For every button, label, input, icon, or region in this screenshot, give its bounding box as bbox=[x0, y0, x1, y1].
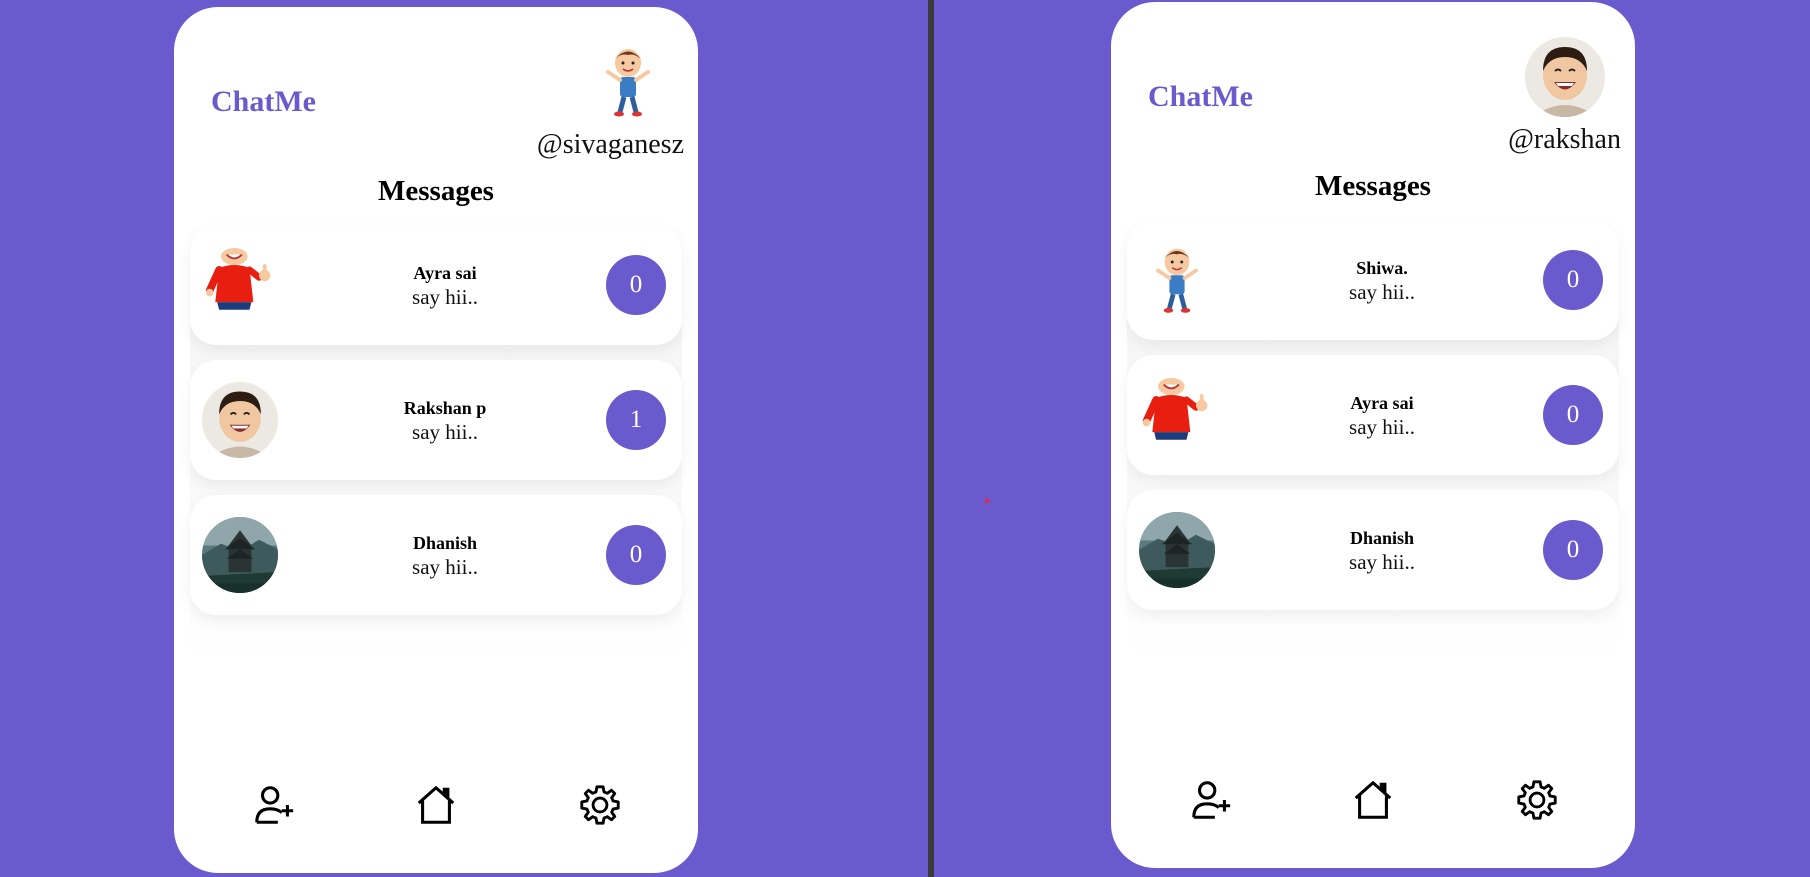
chat-app-window: ChatMe @rakshan Messages Shiwa. say hii.… bbox=[1111, 2, 1635, 868]
chat-item[interactable]: Ayra sai say hii.. 0 bbox=[190, 225, 682, 345]
unread-count-badge: 1 bbox=[606, 390, 666, 450]
app-brand[interactable]: ChatMe bbox=[211, 85, 316, 119]
left-pane: ChatMe @sivaganesz Messages Ayra sai say… bbox=[0, 0, 928, 877]
chat-list: Shiwa. say hii.. 0 Ayra sai say hii.. 0 … bbox=[1127, 220, 1619, 660]
home-icon[interactable] bbox=[1350, 777, 1396, 823]
chat-item[interactable]: Ayra sai say hii.. 0 bbox=[1127, 355, 1619, 475]
unread-count-badge: 0 bbox=[606, 525, 666, 585]
profile-avatar[interactable] bbox=[588, 42, 668, 122]
unread-count-badge: 0 bbox=[1543, 385, 1603, 445]
page-title: Messages bbox=[378, 175, 494, 207]
settings-icon[interactable] bbox=[577, 782, 623, 828]
chat-app-window: ChatMe @sivaganesz Messages Ayra sai say… bbox=[174, 7, 698, 873]
unread-count-badge: 0 bbox=[606, 255, 666, 315]
profile-handle: @rakshan bbox=[1508, 124, 1621, 155]
home-icon[interactable] bbox=[413, 782, 459, 828]
add-user-icon[interactable] bbox=[251, 782, 297, 828]
page-title: Messages bbox=[1315, 170, 1431, 202]
cursor-dot bbox=[985, 499, 989, 503]
unread-count-badge: 0 bbox=[1543, 250, 1603, 310]
chat-item[interactable]: Dhanish say hii.. 0 bbox=[190, 495, 682, 615]
profile-handle: @sivaganesz bbox=[536, 129, 684, 160]
chat-item[interactable]: Dhanish say hii.. 0 bbox=[1127, 490, 1619, 610]
profile-avatar[interactable] bbox=[1525, 37, 1605, 117]
settings-icon[interactable] bbox=[1514, 777, 1560, 823]
chat-item[interactable]: Rakshan p say hii.. 1 bbox=[190, 360, 682, 480]
chat-list: Ayra sai say hii.. 0 Rakshan p say hii..… bbox=[190, 225, 682, 665]
app-brand[interactable]: ChatMe bbox=[1148, 80, 1253, 114]
right-pane: ChatMe @rakshan Messages Shiwa. say hii.… bbox=[934, 0, 1810, 877]
add-user-icon[interactable] bbox=[1188, 777, 1234, 823]
unread-count-badge: 0 bbox=[1543, 520, 1603, 580]
chat-item[interactable]: Shiwa. say hii.. 0 bbox=[1127, 220, 1619, 340]
